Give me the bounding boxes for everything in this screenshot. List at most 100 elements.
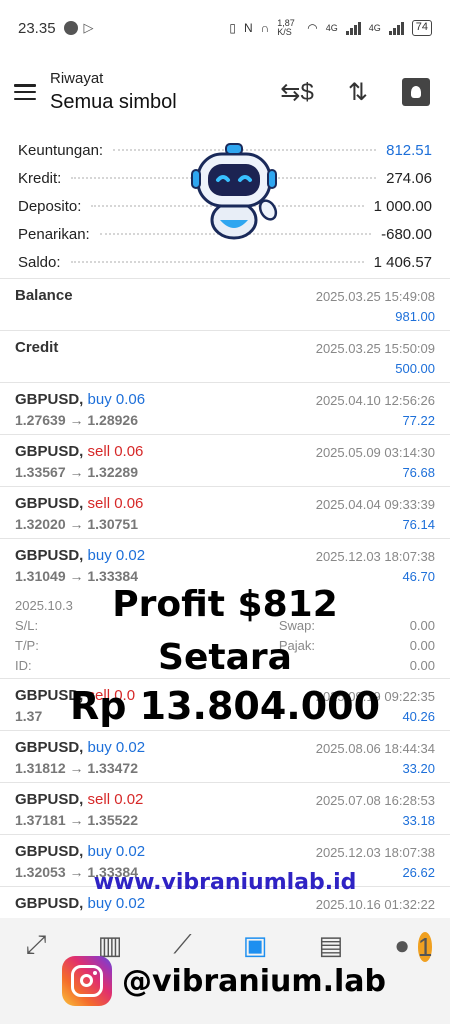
- list-item[interactable]: Credit 2025.03.25 15:50:09 500.00: [0, 331, 450, 383]
- symbol-name: GBPUSD,: [15, 443, 84, 460]
- summary-value: 812.51: [386, 141, 432, 159]
- status-right: ▯ N ∩ 1,87 K/S ◠ 4G 4G 74: [229, 19, 432, 37]
- entry-date: 2025.03.25 15:49:08: [315, 289, 435, 304]
- signal-icon-1: [345, 21, 361, 35]
- net-label-1: 4G: [325, 23, 338, 33]
- entry-prices: 1.33567 → 1.32289: [15, 464, 138, 480]
- entry-profit: 77.22: [402, 413, 435, 428]
- promo-profit: Profit $812: [112, 584, 338, 625]
- vibrate-icon: ▯: [229, 21, 236, 35]
- entry-prices: 1.32020 → 1.30751: [15, 516, 138, 532]
- summary-row-balance: Saldo: 1 406.57: [18, 248, 432, 276]
- volume: 0.02: [115, 547, 146, 564]
- entry-date: 2025.05.09 03:14:30: [315, 445, 435, 460]
- entry-date: 2025.12.03 18:07:38: [315, 845, 435, 860]
- symbol-name: GBPUSD,: [15, 547, 84, 564]
- volume: 0.06: [114, 443, 144, 460]
- trade-side: sell 0.06: [88, 495, 144, 512]
- toolbar-subtitle: Riwayat: [50, 70, 104, 87]
- toolbar-titles: Riwayat Semua simbol: [50, 70, 177, 114]
- side-label: buy: [87, 739, 112, 756]
- headset-icon: ∩: [260, 21, 270, 35]
- summary-value: -680.00: [381, 225, 432, 243]
- summary-label: Penarikan:: [18, 225, 90, 243]
- summary-label: Keuntungan:: [18, 141, 104, 159]
- sort-icon[interactable]: ⇅: [348, 78, 368, 107]
- summary-label: Deposito:: [18, 197, 82, 215]
- toolbar-title[interactable]: Semua simbol: [50, 91, 177, 114]
- trade-side: buy 0.02: [88, 843, 146, 860]
- play-icon: ▷: [83, 20, 94, 35]
- menu-icon[interactable]: [14, 84, 36, 100]
- entry-date: 2025.04.04 09:33:39: [315, 497, 435, 512]
- symbol-name: GBPUSD,: [15, 791, 84, 808]
- chat-icon[interactable]: ● 1: [394, 930, 433, 962]
- side-label: sell: [87, 443, 111, 460]
- volume: 0.06: [114, 495, 144, 512]
- trade-side: buy 0.06: [88, 391, 146, 408]
- summary-label: Kredit:: [18, 169, 62, 187]
- side-label: sell: [87, 495, 111, 512]
- entry-profit: 981.00: [395, 309, 435, 324]
- net-label-2: 4G: [368, 23, 381, 33]
- volume: 0.06: [115, 391, 146, 408]
- entry-date: 2025.12.03 18:07:38: [315, 549, 435, 564]
- notification-icon: [63, 21, 78, 35]
- list-item[interactable]: GBPUSD, sell 0.02 1.37181 → 1.35522 2025…: [0, 783, 450, 835]
- trade-side: buy 0.02: [88, 895, 146, 912]
- entry-profit: 76.14: [402, 517, 435, 532]
- account-summary: Keuntungan: 812.51 Kredit: 274.06 Deposi…: [0, 128, 450, 278]
- trade-side: sell 0.02: [88, 791, 144, 808]
- volume: 0.02: [115, 843, 146, 860]
- entry-date: 2025.07.08 16:28:53: [315, 793, 435, 808]
- symbol-name: GBPUSD,: [15, 739, 84, 756]
- list-item[interactable]: GBPUSD, sell 0.06 1.33567 → 1.32289 2025…: [0, 435, 450, 487]
- promo-rupiah: Rp 13.804.000: [69, 684, 381, 728]
- volume: 0.02: [115, 739, 146, 756]
- list-item[interactable]: Balance 2025.03.25 15:49:08 981.00: [0, 279, 450, 331]
- volume: 0.02: [115, 895, 146, 912]
- entry-prices: 1.31049 → 1.33384: [15, 568, 138, 584]
- entry-prices: 1.37181 → 1.35522: [15, 812, 138, 828]
- entry-profit: 33.18: [402, 813, 435, 828]
- entry-date: 2025.08.06 18:44:34: [315, 741, 435, 756]
- wifi-icon: ◠: [307, 21, 318, 35]
- entry-date: 2025.10.16 01:32:22: [315, 897, 435, 912]
- list-item[interactable]: GBPUSD, buy 0.06 1.27639 → 1.28926 2025.…: [0, 383, 450, 435]
- calendar-icon[interactable]: [402, 78, 430, 106]
- chat-badge: 1: [417, 931, 433, 962]
- currency-exchange-icon[interactable]: ⇆$: [280, 78, 313, 107]
- dotted-leader: [70, 261, 364, 263]
- status-time: 23.35: [18, 19, 56, 37]
- trade-icon[interactable]: ⤢: [26, 929, 47, 961]
- summary-label: Saldo:: [18, 253, 61, 271]
- trade-side: sell 0.06: [88, 443, 144, 460]
- entry-prices: 1.31812 → 1.33472: [15, 760, 138, 776]
- instagram-promo[interactable]: @vibranium.lab: [62, 956, 386, 1006]
- volume: 0.02: [114, 791, 144, 808]
- entry-profit: 46.70: [402, 569, 435, 584]
- battery-icon: 74: [411, 20, 432, 36]
- entry-profit: 76.68: [402, 465, 435, 480]
- app-toolbar: Riwayat Semua simbol ⇆$ ⇅: [0, 56, 450, 128]
- symbol-name: GBPUSD,: [15, 495, 84, 512]
- list-item[interactable]: GBPUSD, sell 0.06 1.32020 → 1.30751 2025…: [0, 487, 450, 539]
- toolbar-actions: ⇆$ ⇅: [280, 78, 436, 107]
- nfc-icon: N: [243, 21, 253, 35]
- summary-value: 274.06: [386, 169, 432, 187]
- symbol-name: GBPUSD,: [15, 843, 84, 860]
- signal-icon-2: [388, 21, 404, 35]
- entry-prices: 1.27639 → 1.28926: [15, 412, 138, 428]
- promo-url[interactable]: www.vibraniumlab.id: [0, 870, 450, 895]
- net-speed: 1,87 K/S: [277, 18, 295, 37]
- promo-equivalent: Setara: [158, 637, 292, 678]
- trade-side: buy 0.02: [88, 739, 146, 756]
- status-bar: 23.35 ▷ ▯ N ∩ 1,87 K/S ◠ 4G 4G 74: [0, 0, 450, 56]
- side-label: buy: [87, 843, 112, 860]
- entry-profit: 33.20: [402, 761, 435, 776]
- entry-date: 2025.03.25 15:50:09: [315, 341, 435, 356]
- symbol-name: GBPUSD,: [15, 391, 84, 408]
- entry-profit: 500.00: [395, 361, 435, 376]
- list-item[interactable]: GBPUSD, buy 0.02 1.31812 → 1.33472 2025.…: [0, 731, 450, 783]
- side-label: buy: [87, 895, 112, 912]
